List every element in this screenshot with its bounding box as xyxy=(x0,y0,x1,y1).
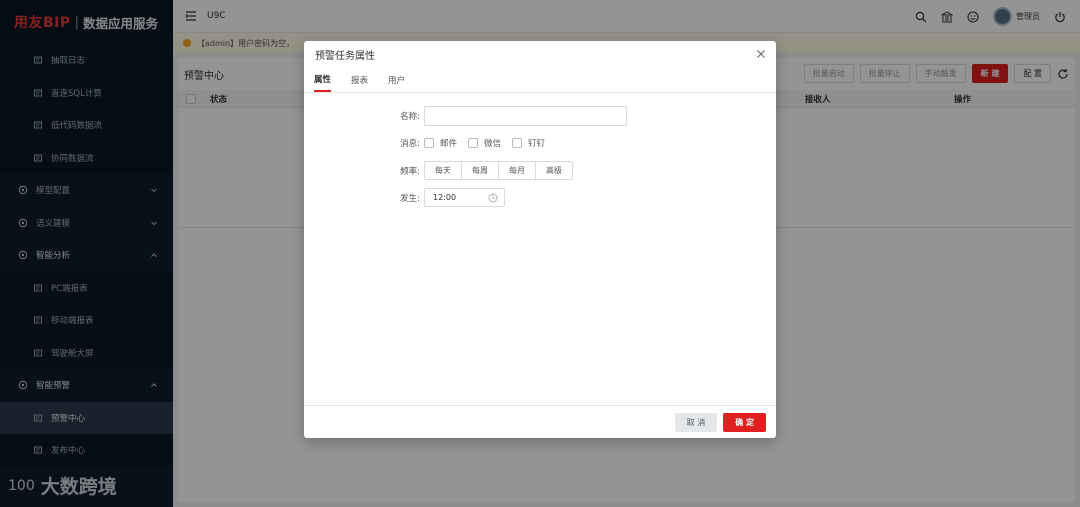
modal-title-bar: 预警任务属性 xyxy=(304,41,776,67)
occur-label: 发生: xyxy=(400,193,420,204)
clock-icon xyxy=(488,193,498,203)
frequency-row: 频率: 每天 每周 每月 高级 xyxy=(304,161,573,180)
tab-reports[interactable]: 报表 xyxy=(351,74,368,92)
time-picker[interactable]: 12:00 xyxy=(424,188,505,207)
message-dingtalk-option[interactable]: 钉钉 xyxy=(512,137,545,149)
tab-properties[interactable]: 属性 xyxy=(314,73,332,92)
name-input[interactable] xyxy=(424,106,627,126)
message-wechat-option[interactable]: 微信 xyxy=(468,137,501,149)
message-label: 消息: xyxy=(400,139,420,149)
close-icon[interactable] xyxy=(756,49,766,59)
modal-footer: 取 消 确 定 xyxy=(304,405,776,438)
confirm-button[interactable]: 确 定 xyxy=(723,412,766,432)
time-value: 12:00 xyxy=(433,193,457,202)
modal-title: 预警任务属性 xyxy=(315,50,375,62)
wechat-checkbox[interactable] xyxy=(468,138,479,148)
frequency-monthly-button[interactable]: 每月 xyxy=(498,161,536,180)
modal-tabs: 属性 报表 用户 xyxy=(304,67,776,93)
email-label: 邮件 xyxy=(440,139,458,149)
name-row: 名称: xyxy=(304,106,627,126)
frequency-weekly-button[interactable]: 每周 xyxy=(461,161,499,180)
message-row: 消息: 邮件 微信 钉钉 xyxy=(304,137,556,149)
tab-users[interactable]: 用户 xyxy=(388,74,405,92)
frequency-segmented: 每天 每周 每月 高级 xyxy=(424,161,573,180)
alert-task-modal: 预警任务属性 属性 报表 用户 名称: 消息: 邮件 微信 钉钉 频率: 每天 … xyxy=(304,41,776,438)
wechat-label: 微信 xyxy=(484,139,502,149)
dingtalk-checkbox[interactable] xyxy=(512,138,523,148)
dingtalk-label: 钉钉 xyxy=(528,139,546,149)
frequency-daily-button[interactable]: 每天 xyxy=(424,161,462,180)
frequency-advanced-button[interactable]: 高级 xyxy=(535,161,573,180)
message-email-option[interactable]: 邮件 xyxy=(424,137,457,149)
name-label: 名称: xyxy=(400,112,420,122)
email-checkbox[interactable] xyxy=(424,138,434,148)
occur-row: 发生: 12:00 xyxy=(304,188,505,207)
frequency-label: 频率: xyxy=(400,166,420,177)
cancel-button[interactable]: 取 消 xyxy=(674,412,718,432)
